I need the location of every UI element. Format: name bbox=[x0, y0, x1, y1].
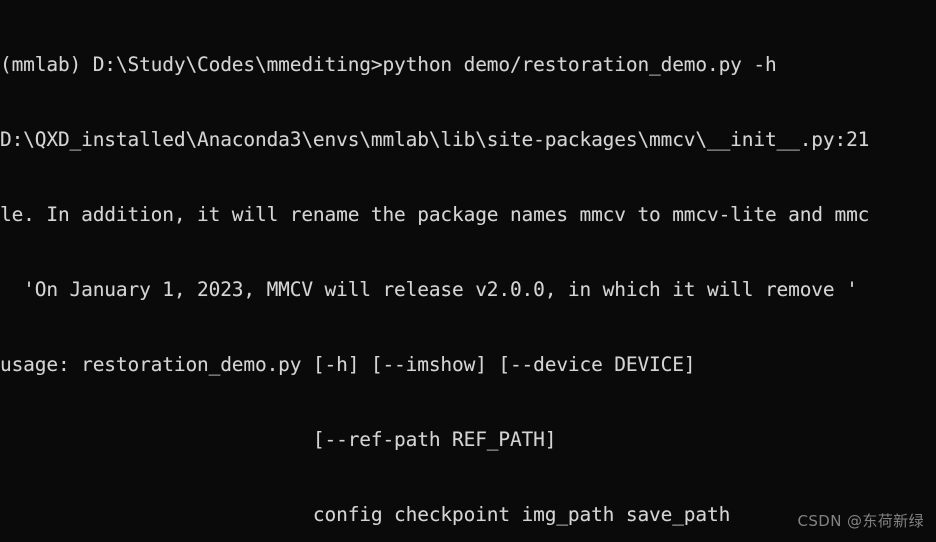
console-output: (mmlab) D:\Study\Codes\mmediting>python … bbox=[0, 2, 936, 542]
terminal-window[interactable]: (mmlab) D:\Study\Codes\mmediting>python … bbox=[0, 0, 936, 542]
console-line-usage-cont: config checkpoint img_path save_path bbox=[0, 503, 731, 526]
console-line: (mmlab) D:\Study\Codes\mmediting>python … bbox=[0, 53, 777, 76]
console-line-usage-cont: [--ref-path REF_PATH] bbox=[0, 428, 557, 451]
console-line: D:\QXD_installed\Anaconda3\envs\mmlab\li… bbox=[0, 128, 870, 151]
console-line: 'On January 1, 2023, MMCV will release v… bbox=[0, 278, 858, 301]
console-line-usage: usage: restoration_demo.py [-h] [--imsho… bbox=[0, 353, 696, 376]
console-line: le. In addition, it will rename the pack… bbox=[0, 203, 870, 226]
